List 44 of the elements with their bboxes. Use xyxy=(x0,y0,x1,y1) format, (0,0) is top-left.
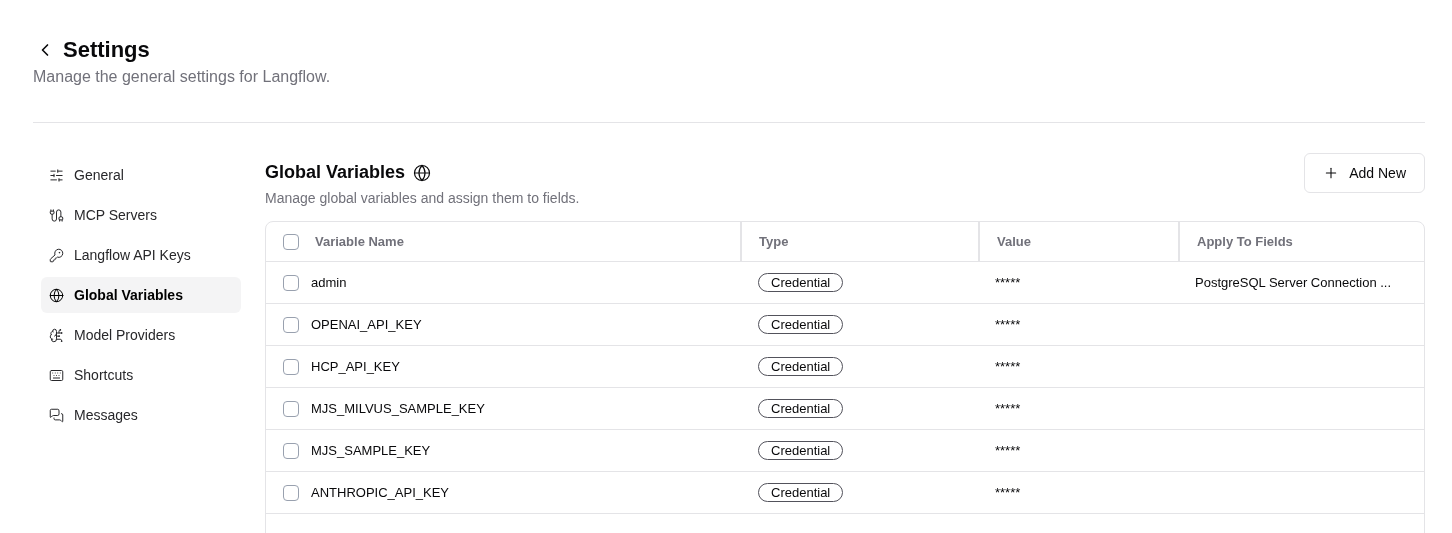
add-new-button[interactable]: Add New xyxy=(1304,153,1425,193)
variable-name: HCP_API_KEY xyxy=(311,357,400,376)
variable-name: MJS_SAMPLE_KEY xyxy=(311,441,431,460)
checkbox[interactable] xyxy=(283,316,299,333)
keyboard-icon xyxy=(49,367,64,383)
fields-cell: PostgreSQL Server Connection ... xyxy=(1195,274,1392,290)
plug-icon xyxy=(49,207,64,223)
sidebar-item[interactable]: Langflow API Keys xyxy=(41,237,241,273)
checkbox[interactable] xyxy=(283,484,299,501)
checkbox[interactable] xyxy=(283,358,299,375)
globe-icon xyxy=(49,287,64,303)
sidebar-item[interactable]: Shortcuts xyxy=(41,357,241,393)
value-cell: ***** xyxy=(995,400,1021,416)
variable-name: admin xyxy=(311,273,347,292)
sidebar-item[interactable]: General xyxy=(41,157,241,193)
variable-name: MJS_MILVUS_SAMPLE_KEY xyxy=(311,399,485,418)
value-cell: ***** xyxy=(995,274,1021,290)
column-header[interactable]: Type xyxy=(759,231,789,252)
value-cell: ***** xyxy=(995,358,1021,374)
variable-name: ANTHROPIC_API_KEY xyxy=(311,483,449,502)
sidebar-item[interactable]: Messages xyxy=(41,397,241,433)
variable-name: OPENAI_API_KEY xyxy=(311,315,422,334)
key-icon xyxy=(49,247,64,263)
value-cell: ***** xyxy=(995,316,1021,332)
section-description: Manage global variables and assign them to fields. xyxy=(265,189,580,208)
column-header[interactable]: Apply To Fields xyxy=(1197,231,1293,252)
page-title: Settings xyxy=(63,36,150,64)
value-cell: ***** xyxy=(995,484,1021,500)
brain-icon xyxy=(49,327,64,343)
sidebar-item[interactable]: Global Variables xyxy=(41,277,241,313)
globe-icon xyxy=(413,163,432,182)
messages-icon xyxy=(49,407,64,423)
column-header[interactable]: Value xyxy=(997,231,1031,252)
column-header[interactable]: Variable Name xyxy=(315,231,404,252)
section-title: Global Variables xyxy=(265,161,406,184)
sliders-icon xyxy=(49,167,64,183)
value-cell: ***** xyxy=(995,442,1021,458)
page-subtitle: Manage the general settings for Langflow. xyxy=(33,67,332,87)
checkbox[interactable] xyxy=(283,233,299,250)
checkbox[interactable] xyxy=(283,274,299,291)
checkbox[interactable] xyxy=(283,442,299,459)
sidebar-item[interactable]: Model Providers xyxy=(41,317,241,353)
checkbox[interactable] xyxy=(283,400,299,417)
sidebar-item[interactable]: MCP Servers xyxy=(41,197,241,233)
